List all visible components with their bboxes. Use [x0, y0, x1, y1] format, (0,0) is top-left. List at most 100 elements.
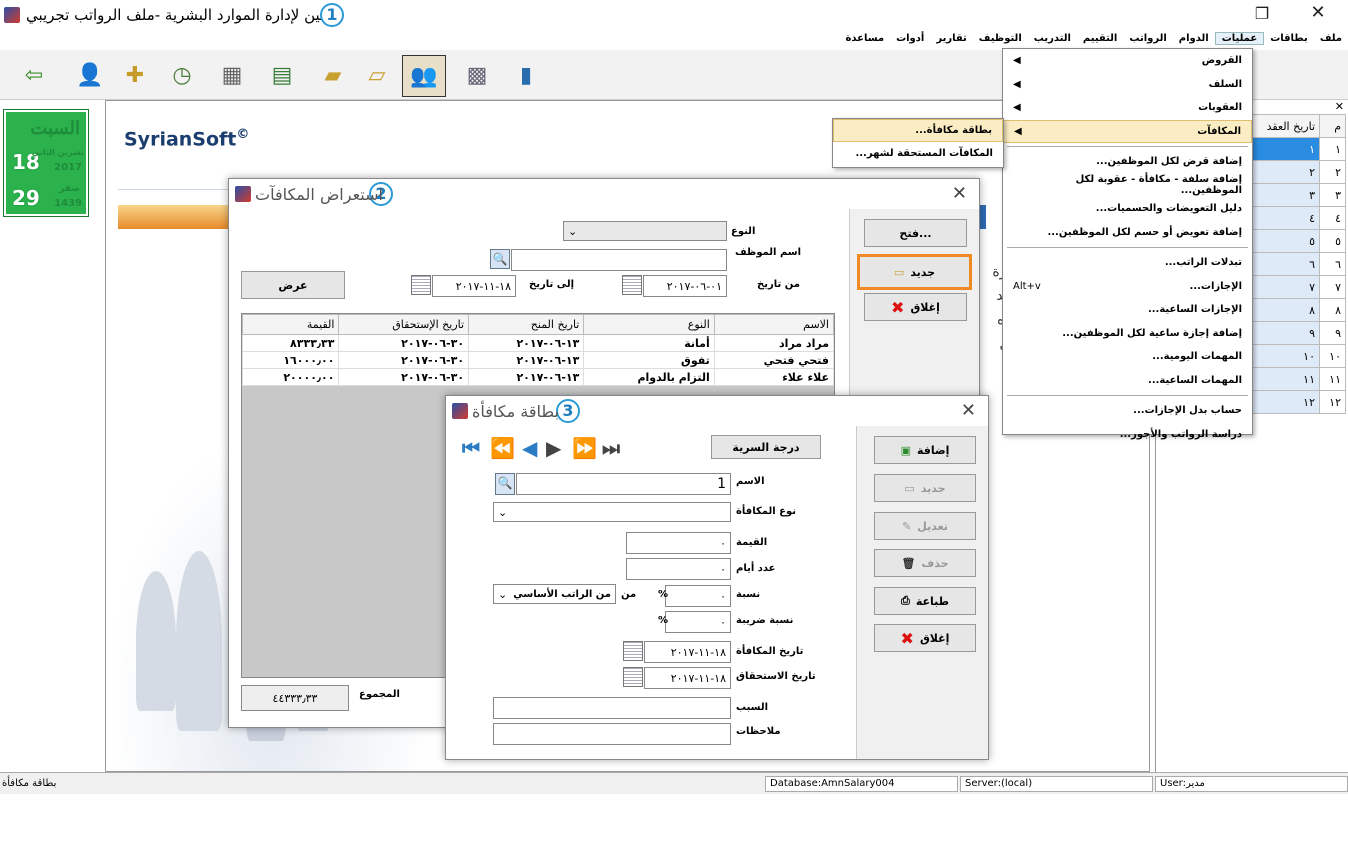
employee-input[interactable]: [511, 249, 727, 271]
grid-row[interactable]: ١١ ١١: [1249, 367, 1346, 391]
ops-menu-item-14[interactable]: حساب بدل الإجازات...: [1003, 399, 1252, 423]
new-button[interactable]: ▭ جديد: [857, 254, 972, 290]
card-close-icon[interactable]: ✕: [961, 400, 976, 421]
search-icon[interactable]: 🔍: [490, 249, 510, 269]
menu-7[interactable]: التوظيف: [973, 33, 1028, 44]
menu-0[interactable]: ملف: [1314, 33, 1348, 44]
table-row[interactable]: فتحي فتحي تفوق ١٣-٠٦-٢٠١٧ ٣٠-٠٦-٢٠١٧ ١٦٠٠٠٫٠…: [241, 351, 835, 369]
next-page-icon[interactable]: ⏩: [572, 436, 597, 460]
value-input[interactable]: ٠: [626, 532, 731, 554]
reward-date-input[interactable]: ١٨-١١-٢٠١٧: [644, 641, 731, 663]
menu-10[interactable]: مساعدة: [839, 33, 890, 44]
salary-calc-icon[interactable]: ▤: [262, 55, 302, 95]
add-pin-icon[interactable]: ✚: [115, 55, 155, 95]
card-new-button[interactable]: ▭ جديد: [874, 474, 976, 502]
name-input[interactable]: 1: [516, 473, 731, 495]
reward-type-select[interactable]: ⌄: [493, 502, 731, 522]
reward-date-calendar-icon[interactable]: [623, 641, 643, 661]
column-header[interactable]: القيمة: [241, 314, 340, 335]
browse-close-icon[interactable]: ✕: [952, 183, 967, 204]
show-button[interactable]: عرض: [241, 271, 345, 299]
column-header[interactable]: تاريخ الإستحقاق: [338, 314, 470, 335]
ops-menu-item-11[interactable]: إضافة إجازة ساعية لكل الموظفين...: [1003, 322, 1252, 346]
menu-2[interactable]: عمليات: [1214, 31, 1265, 45]
open-button[interactable]: فتح...: [864, 219, 967, 247]
ops-menu-item-15[interactable]: دراسة الرواتب والأجور...: [1003, 423, 1252, 447]
column-header[interactable]: الاسم: [713, 314, 835, 335]
first-record-icon[interactable]: ⏮: [462, 436, 480, 460]
grid-row[interactable]: ٤٤: [1249, 206, 1346, 230]
grid-row[interactable]: ٩٩: [1249, 321, 1346, 345]
folder-money-icon[interactable]: ▰: [313, 55, 353, 95]
last-record-icon[interactable]: ⏭: [602, 436, 620, 460]
to-calendar-icon[interactable]: [411, 275, 431, 295]
ops-menu-item-5[interactable]: إضافة سلفة - مكافأة - عقوبة لكل الموظفين…: [1003, 174, 1252, 198]
menu-9[interactable]: أدوات: [890, 33, 930, 44]
tax-ratio-input[interactable]: ٠: [665, 611, 731, 633]
menu-item-due-rewards[interactable]: المكافآت المستحقة لشهر...: [833, 142, 1003, 165]
employee-card-icon[interactable]: 👤: [70, 55, 110, 95]
ops-menu-item-2[interactable]: العقوبات ◀: [1003, 96, 1252, 120]
ops-menu-item-10[interactable]: الإجازات الساعية...: [1003, 298, 1252, 322]
ops-menu-item-8[interactable]: تبدلات الراتب...: [1003, 251, 1252, 275]
column-header[interactable]: النوع: [583, 314, 715, 335]
exit-icon[interactable]: ⇦: [14, 55, 54, 95]
reason-input[interactable]: [493, 697, 731, 719]
ops-menu-item-7[interactable]: إضافة تعويض أو حسم لكل الموظفين...: [1003, 221, 1252, 245]
notes-input[interactable]: [493, 723, 731, 745]
secrecy-button[interactable]: درجة السرية: [711, 435, 821, 459]
menu-4[interactable]: الرواتب: [1123, 33, 1172, 44]
grid-row[interactable]: ١١: [1249, 137, 1346, 161]
close-panel-icon[interactable]: ✕: [1335, 100, 1344, 113]
grid-row[interactable]: ٣٣: [1249, 183, 1346, 207]
calculator-icon[interactable]: ▩: [457, 55, 497, 95]
book-icon[interactable]: ▮: [506, 55, 546, 95]
next-record-icon[interactable]: ▶: [546, 436, 561, 460]
edit-button[interactable]: ✎ تعديل: [874, 512, 976, 540]
grid-row[interactable]: ١٢ ١٢: [1249, 390, 1346, 414]
ops-menu-item-4[interactable]: إضافة قرض لكل الموظفين...: [1003, 150, 1252, 174]
menu-6[interactable]: التدريب: [1028, 33, 1077, 44]
ops-menu-item-1[interactable]: السلف ◀: [1003, 73, 1252, 97]
grid-row[interactable]: ٦٦: [1249, 252, 1346, 276]
close-button[interactable]: ✖ إغلاق: [864, 293, 967, 321]
column-header[interactable]: تاريخ المنح: [468, 314, 585, 335]
ops-menu-item-9[interactable]: الإجازات... Alt+v: [1003, 275, 1252, 299]
grid-row[interactable]: ٥٥: [1249, 229, 1346, 253]
schedule-icon[interactable]: ▦: [212, 55, 252, 95]
table-row[interactable]: علاء علاء التزام بالدوام ١٣-٠٦-٢٠١٧ ٣٠-٠٦-٢…: [241, 368, 835, 386]
from-date-input[interactable]: ٠١-٠٦-٢٠١٧: [643, 275, 727, 297]
ops-menu-item-13[interactable]: المهمات الساعية...: [1003, 369, 1252, 393]
menu-5[interactable]: التقييم: [1077, 33, 1123, 44]
type-select[interactable]: ⌄: [563, 221, 727, 241]
due-date-input[interactable]: ١٨-١١-٢٠١٧: [644, 667, 731, 689]
close-window-icon[interactable]: ✕: [1298, 2, 1338, 23]
ops-menu-item-0[interactable]: القروض ◀: [1003, 49, 1252, 73]
folder-users-icon[interactable]: 👥: [402, 55, 446, 97]
menu-3[interactable]: الدوام: [1173, 33, 1215, 44]
due-date-calendar-icon[interactable]: [623, 667, 643, 687]
print-button[interactable]: ⎙ طباعة: [874, 587, 976, 615]
grid-row[interactable]: ١٠ ١٠: [1249, 344, 1346, 368]
days-input[interactable]: ٠: [626, 558, 731, 580]
restore-icon[interactable]: ❐: [1242, 4, 1282, 23]
delete-button[interactable]: 🗑 حذف: [874, 549, 976, 577]
base-select[interactable]: ⌄ من الراتب الأساسي: [493, 584, 616, 604]
name-search-icon[interactable]: 🔍: [495, 473, 515, 495]
prev-page-icon[interactable]: ⏪: [490, 436, 515, 460]
ops-menu-item-6[interactable]: دليل التعويضات والحسميات...: [1003, 197, 1252, 221]
prev-record-icon[interactable]: ◀: [522, 436, 537, 460]
grid-row[interactable]: ٢٢: [1249, 160, 1346, 184]
grid-row[interactable]: ٧٧: [1249, 275, 1346, 299]
ops-menu-item-3[interactable]: المكافآت ◀: [1003, 119, 1252, 143]
menu-8[interactable]: تقارير: [930, 33, 972, 44]
ops-menu-item-12[interactable]: المهمات اليومية...: [1003, 345, 1252, 369]
card-close-button[interactable]: ✖ إغلاق: [874, 624, 976, 652]
ratio-input[interactable]: ٠: [665, 585, 731, 607]
attendance-clock-icon[interactable]: ◷: [162, 55, 202, 95]
add-button[interactable]: ▣ إضافة: [874, 436, 976, 464]
menu-item-reward-card[interactable]: بطاقة مكافأة...: [833, 119, 1003, 142]
table-row[interactable]: مراد مراد أمانة ١٣-٠٦-٢٠١٧ ٣٠-٠٦-٢٠١٧ ٨٣٣٣٫٣…: [241, 334, 835, 352]
folder-tag-icon[interactable]: ▱: [357, 55, 397, 95]
grid-row[interactable]: ٨٨: [1249, 298, 1346, 322]
